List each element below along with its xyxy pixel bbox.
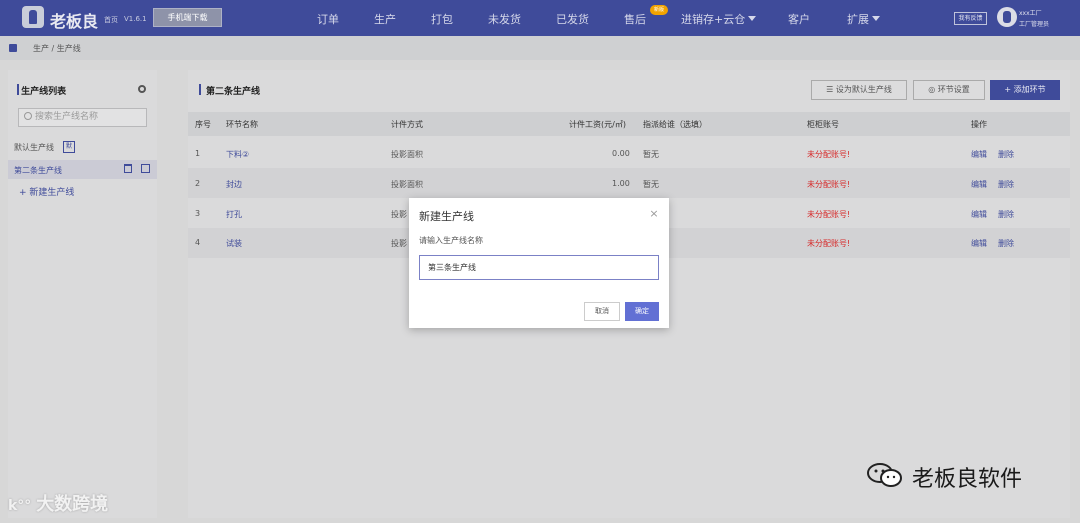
confirm-button[interactable]: 确定 — [625, 302, 659, 321]
watermark-left-text: 大数跨境 — [36, 494, 109, 515]
watermark-left: k°° 大数跨境 — [8, 494, 109, 515]
close-icon[interactable]: × — [648, 207, 660, 220]
line-name-input[interactable] — [419, 255, 659, 280]
line-name-label: 请输入生产线名称 — [419, 236, 483, 245]
new-line-dialog: 新建生产线 × 请输入生产线名称 取消 确定 — [409, 198, 669, 328]
dialog-title: 新建生产线 — [419, 210, 474, 223]
wechat-icon — [867, 463, 902, 487]
watermark-right: 老板良软件 — [912, 467, 1023, 492]
cancel-button[interactable]: 取消 — [584, 302, 620, 321]
